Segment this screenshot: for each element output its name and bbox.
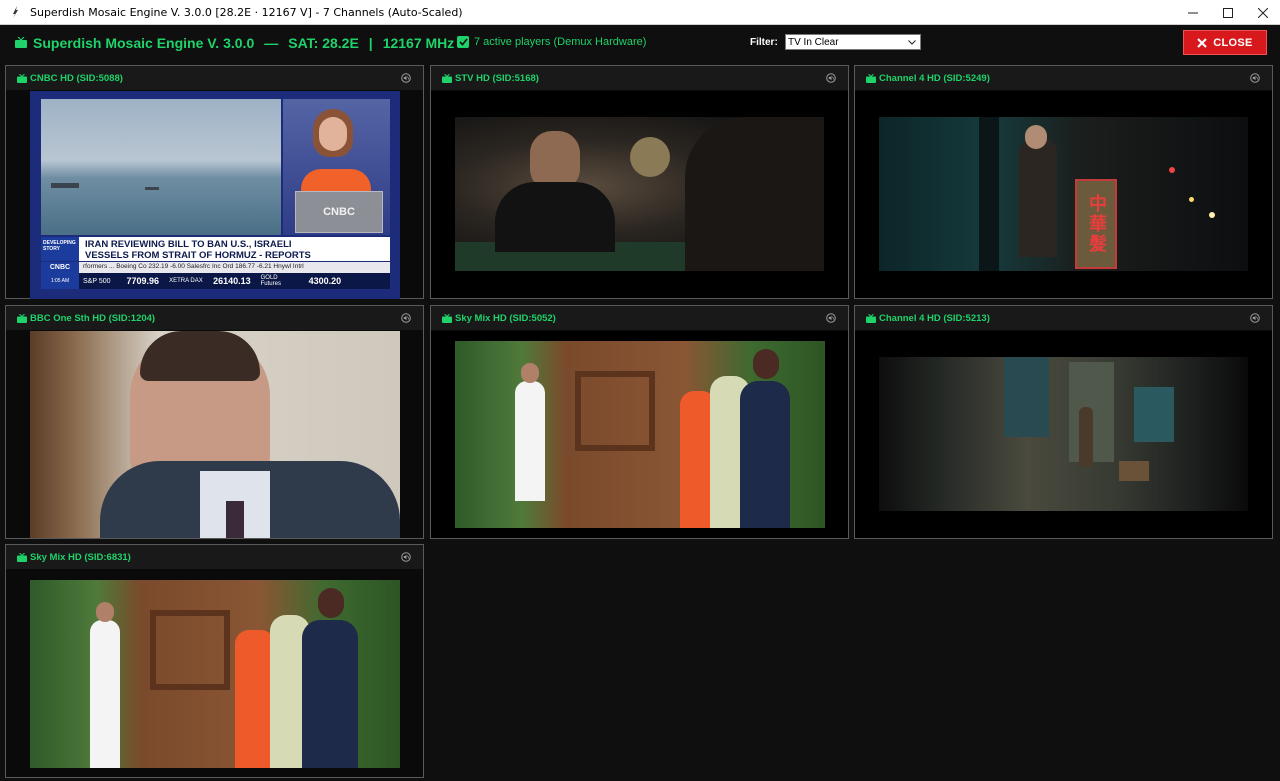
header-toolbar: Superdish Mosaic Engine V. 3.0.0 — SAT: … bbox=[0, 25, 1280, 62]
mute-icon[interactable] bbox=[401, 73, 411, 83]
window-controls bbox=[1175, 0, 1280, 25]
window-close-button[interactable] bbox=[1245, 0, 1280, 25]
video-feed bbox=[30, 580, 400, 768]
app-name: Superdish Mosaic Engine V. 3.0.0 bbox=[33, 35, 255, 51]
developing-story-tag: DEVELOPING STORY bbox=[41, 237, 79, 261]
mute-icon[interactable] bbox=[1250, 313, 1260, 323]
sea-image bbox=[41, 99, 281, 235]
skymix-scene bbox=[455, 341, 825, 528]
channel-panel-header: Sky Mix HD (SID:6831) bbox=[6, 545, 423, 569]
active-players-checkbox[interactable] bbox=[457, 36, 469, 48]
headline-line-2: VESSELS FROM STRAIT OF HORMUZ - REPORTS bbox=[85, 250, 311, 261]
close-icon bbox=[1257, 7, 1268, 18]
chinese-sign: 中華髮 bbox=[1086, 194, 1107, 254]
ticker-time: 1:05 AM bbox=[41, 273, 79, 289]
channel-panel-header: Channel 4 HD (SID:5213) bbox=[855, 306, 1272, 330]
skymix-scene bbox=[150, 610, 230, 690]
headline-line-1: IRAN REVIEWING BILL TO BAN U.S., ISRAELI bbox=[85, 239, 292, 250]
separator: | bbox=[368, 35, 373, 51]
anchor-image: CNBC bbox=[283, 99, 390, 235]
tv-icon bbox=[17, 552, 27, 562]
minimize-icon bbox=[1187, 12, 1198, 13]
video-feed bbox=[30, 331, 400, 538]
tv-icon bbox=[866, 313, 876, 323]
mute-icon[interactable] bbox=[401, 552, 411, 562]
channel-name: Sky Mix HD (SID:6831) bbox=[30, 551, 131, 563]
ticker-logo: CNBC bbox=[41, 262, 79, 273]
video-feed bbox=[431, 331, 848, 538]
gold-label: GOLD Futures bbox=[260, 275, 281, 287]
check-icon bbox=[458, 38, 468, 46]
channel-panel-header: Channel 4 HD (SID:5249) bbox=[855, 66, 1272, 90]
filter-label: Filter: bbox=[750, 37, 778, 48]
separator: — bbox=[264, 35, 279, 51]
channel-panel[interactable]: Sky Mix HD (SID:5052) bbox=[430, 305, 849, 539]
channel-name: Channel 4 HD (SID:5213) bbox=[879, 312, 990, 324]
ticker-text: rformers ... Boeing Co 232.19 -6.00 Sale… bbox=[83, 263, 304, 270]
channel-name: STV HD (SID:5168) bbox=[455, 72, 539, 84]
mute-icon[interactable] bbox=[401, 313, 411, 323]
channel-panel-header: CNBC HD (SID:5088) bbox=[6, 66, 423, 90]
tv-icon bbox=[17, 313, 27, 323]
video-feed: CNBC DEVELOPING STORY IRAN REVIEWING BIL… bbox=[30, 91, 400, 299]
header-title: Superdish Mosaic Engine V. 3.0.0 — SAT: … bbox=[15, 35, 468, 51]
channel-name: CNBC HD (SID:5088) bbox=[30, 72, 123, 84]
markets-bar: 1:05 AM S&P 500 7709.96 XETRA DAX 26140.… bbox=[41, 273, 390, 289]
close-icon bbox=[1197, 37, 1208, 48]
sp-value: 7709.96 bbox=[126, 276, 160, 286]
frequency: 12167 MHz V bbox=[382, 35, 468, 51]
channel-panel[interactable]: Channel 4 HD (SID:5213) bbox=[854, 305, 1273, 539]
stv-scene bbox=[455, 117, 824, 271]
channel-panel[interactable]: Sky Mix HD (SID:6831) bbox=[5, 544, 424, 778]
mute-icon[interactable] bbox=[1250, 73, 1260, 83]
ticker-bar: CNBC rformers ... Boeing Co 232.19 -6.00… bbox=[41, 262, 390, 273]
tv-icon bbox=[15, 35, 27, 51]
channel-panel[interactable]: BBC One Sth HD (SID:1204) bbox=[5, 305, 424, 539]
maximize-icon bbox=[1222, 7, 1233, 18]
sp-label: S&P 500 bbox=[83, 277, 111, 285]
filter-select[interactable]: TV In Clear bbox=[785, 34, 921, 50]
video-feed: 中華髮 bbox=[855, 91, 1272, 298]
channel-panel-header: STV HD (SID:5168) bbox=[431, 66, 848, 90]
tv-icon bbox=[442, 73, 452, 83]
active-players-toggle[interactable]: 7 active players (Demux Hardware) bbox=[457, 36, 646, 48]
filter-value: TV In Clear bbox=[788, 36, 839, 48]
minimize-button[interactable] bbox=[1175, 0, 1210, 25]
window-title: Superdish Mosaic Engine V. 3.0.0 [28.2E … bbox=[30, 5, 463, 19]
video-feed bbox=[431, 91, 848, 298]
close-button[interactable]: CLOSE bbox=[1183, 30, 1267, 55]
window-titlebar: Superdish Mosaic Engine V. 3.0.0 [28.2E … bbox=[0, 0, 1280, 25]
close-label: CLOSE bbox=[1213, 36, 1253, 49]
tv-icon bbox=[17, 73, 27, 83]
channel-name: Sky Mix HD (SID:5052) bbox=[455, 312, 556, 324]
channel-panel[interactable]: CNBC HD (SID:5088) CNBC DEVELOPING STORY bbox=[5, 65, 424, 299]
sat-position: SAT: 28.2E bbox=[288, 35, 359, 51]
tv-icon bbox=[866, 73, 876, 83]
active-players-label: 7 active players (Demux Hardware) bbox=[474, 36, 647, 48]
dax-value: 26140.13 bbox=[213, 276, 251, 286]
app-icon bbox=[8, 5, 22, 19]
channel-panel-header: BBC One Sth HD (SID:1204) bbox=[6, 306, 423, 330]
channel4-interior-scene bbox=[879, 357, 1248, 511]
channel-name: Channel 4 HD (SID:5249) bbox=[879, 72, 990, 84]
channel-panel[interactable]: STV HD (SID:5168) bbox=[430, 65, 849, 299]
headline-bar: DEVELOPING STORY IRAN REVIEWING BILL TO … bbox=[41, 237, 390, 261]
dax-label: XETRA DAX bbox=[169, 278, 203, 284]
channel-panel-header: Sky Mix HD (SID:5052) bbox=[431, 306, 848, 330]
maximize-button[interactable] bbox=[1210, 0, 1245, 25]
chevron-down-icon bbox=[906, 39, 918, 45]
channel-name: BBC One Sth HD (SID:1204) bbox=[30, 312, 156, 324]
channel4-scene: 中華髮 bbox=[879, 117, 1248, 271]
mute-icon[interactable] bbox=[826, 313, 836, 323]
tv-icon bbox=[442, 313, 452, 323]
video-feed bbox=[855, 331, 1272, 538]
cnbc-scene: CNBC DEVELOPING STORY IRAN REVIEWING BIL… bbox=[30, 91, 400, 299]
gold-value: 4300.20 bbox=[308, 276, 342, 286]
cnbc-logo: CNBC bbox=[323, 206, 355, 218]
mute-icon[interactable] bbox=[826, 73, 836, 83]
channel-panel[interactable]: Channel 4 HD (SID:5249) 中華髮 bbox=[854, 65, 1273, 299]
